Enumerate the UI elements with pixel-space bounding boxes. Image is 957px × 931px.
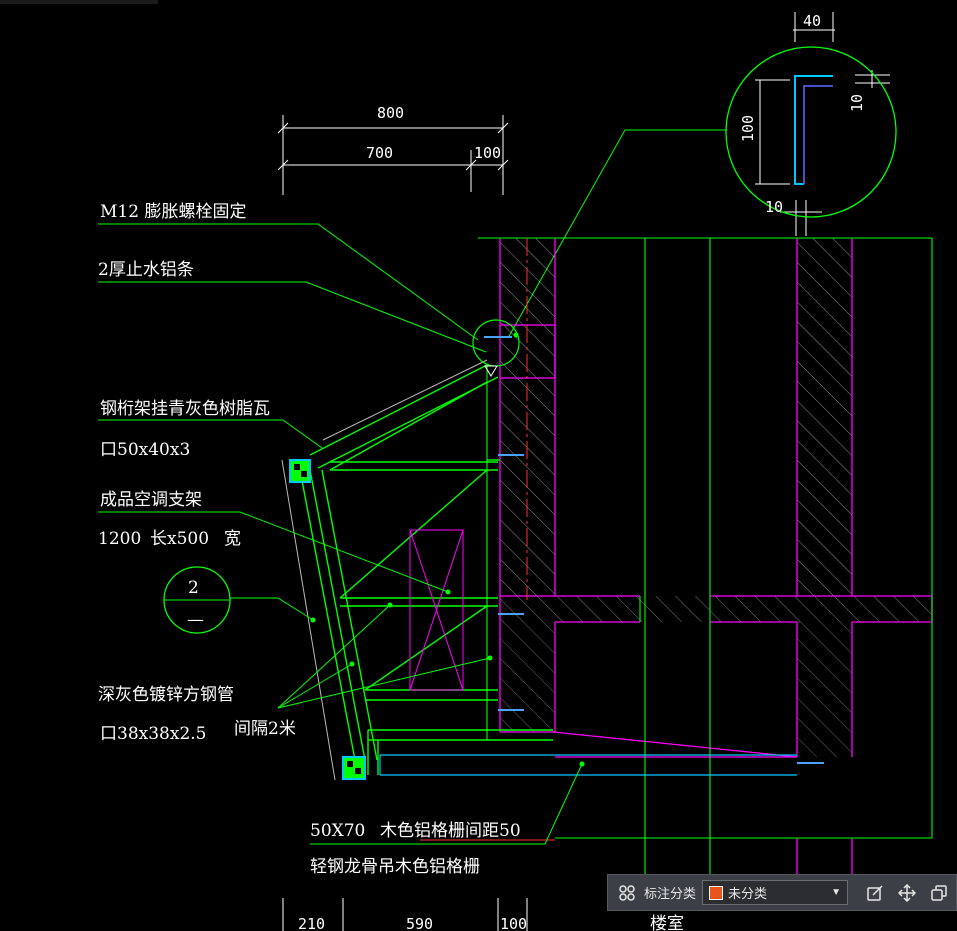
label-cut-text: 楼室 <box>650 914 684 931</box>
dim-800: 800 <box>377 104 404 122</box>
dim-100-detail: 100 <box>739 115 757 142</box>
chevron-down-icon: ▼ <box>831 887 842 898</box>
cad-drawing: 800 700 100 40 100 10 10 210 590 100 M12… <box>0 0 933 931</box>
label-ac-bracket: 成品空调支架 <box>100 490 202 510</box>
category-swatch <box>709 885 724 900</box>
annotation-toolbar: 标注分类 未分类 ▼ <box>607 874 957 911</box>
dim-100-top: 100 <box>474 144 501 162</box>
dim-10-right: 10 <box>848 94 866 112</box>
dim-40: 40 <box>803 12 821 30</box>
label-interval: 间隔2米 <box>234 719 296 739</box>
label-grille-size: 50X70 <box>310 821 365 841</box>
category-label: 标注分类 <box>644 886 697 901</box>
grid-apps-icon[interactable] <box>616 882 638 904</box>
section-number: 2 <box>188 578 199 598</box>
dim-700: 700 <box>366 144 393 162</box>
move-icon[interactable] <box>896 882 918 904</box>
label-truss: 钢桁架挂青灰色树脂瓦 <box>100 399 270 419</box>
top-bar <box>0 0 158 4</box>
copy-icon[interactable] <box>928 882 950 904</box>
ceiling-grille <box>379 754 797 776</box>
section-sub: — <box>187 610 204 630</box>
label-ac-len-unit: 长x500 <box>150 529 209 549</box>
label-waterstop: 2厚止水铝条 <box>98 260 194 280</box>
label-truss-size: 口50x40x3 <box>100 440 190 460</box>
channel-profile <box>794 75 833 185</box>
label-bolt: M12 膨胀螺栓固定 <box>100 202 246 222</box>
label-steel-tube-size: 口38x38x2.5 <box>100 724 206 744</box>
dim-210: 210 <box>298 915 325 931</box>
tube-profiles <box>289 459 366 780</box>
edit-icon[interactable] <box>864 882 886 904</box>
dim-590: 590 <box>406 915 433 931</box>
label-grille-desc: 木色铝格栅间距50 <box>380 821 521 841</box>
label-ac-len: 1200 <box>98 529 141 549</box>
category-selected: 未分类 <box>728 886 768 901</box>
label-steel-tube: 深灰色镀锌方钢管 <box>98 685 234 705</box>
category-select[interactable]: 未分类 ▼ <box>702 880 849 905</box>
dim-100-bottom: 100 <box>500 915 527 931</box>
label-grille-keel: 轻钢龙骨吊木色铝格栅 <box>310 857 480 877</box>
dim-10-bottom: 10 <box>765 198 783 216</box>
label-ac-width: 宽 <box>224 529 241 549</box>
